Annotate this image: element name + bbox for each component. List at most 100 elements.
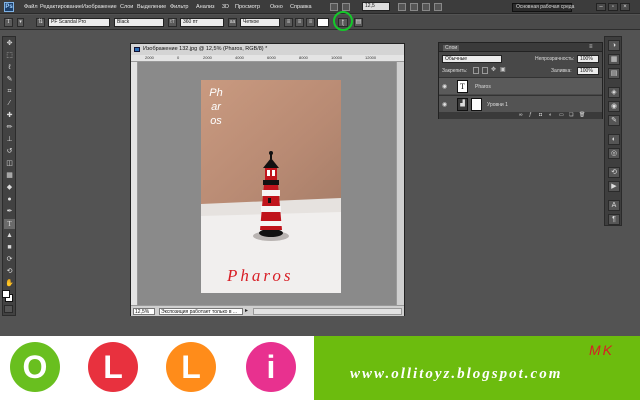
character-panel-icon[interactable]: A — [608, 200, 620, 211]
lock-position-icon[interactable]: ✥ — [491, 67, 497, 74]
horizontal-scrollbar[interactable] — [253, 308, 402, 315]
quick-mask-icon[interactable] — [4, 305, 13, 313]
healing-icon[interactable]: ✚ — [4, 111, 15, 121]
history-brush-icon[interactable]: ↺ — [4, 147, 15, 157]
lock-pixels-icon[interactable] — [482, 67, 488, 74]
3d-orbit-icon[interactable]: ⟲ — [4, 267, 15, 277]
photoshop-logo[interactable]: Ps — [4, 2, 14, 12]
paragraph-panel-icon[interactable]: ¶ — [608, 214, 620, 225]
rotate-view-icon[interactable] — [410, 3, 418, 11]
text-orientation-icon[interactable]: ⇅ — [36, 18, 45, 27]
zoom-level-field[interactable]: 12,5 — [362, 2, 390, 11]
eyedropper-icon[interactable]: ⁄ — [4, 99, 15, 109]
panel-menu-icon[interactable]: ≡ — [589, 44, 593, 50]
workspace-switcher[interactable]: Основная рабочая среда — [512, 3, 574, 12]
adjustments-panel-icon[interactable]: ◐ — [608, 134, 620, 145]
link-layers-icon[interactable]: ∞ — [519, 112, 523, 118]
menu-image[interactable]: Изображение — [82, 4, 117, 10]
dodge-icon[interactable]: ● — [4, 195, 15, 205]
blur-icon[interactable]: ◆ — [4, 183, 15, 193]
brush-icon[interactable]: ✏ — [4, 123, 15, 133]
bridge-icon[interactable] — [330, 3, 338, 11]
path-select-icon[interactable]: ▲ — [4, 231, 15, 241]
close-button[interactable]: × — [620, 3, 630, 11]
status-info[interactable]: Экспозиция работает только в ... — [159, 308, 243, 315]
layer-name[interactable]: Уровни 1 — [487, 102, 508, 108]
menu-3d[interactable]: 3D — [222, 4, 229, 10]
layers-panel-icon[interactable]: ◈ — [608, 87, 620, 98]
menu-window[interactable]: Окно — [270, 4, 283, 10]
maximize-button[interactable]: ▫ — [608, 3, 618, 11]
channels-panel-icon[interactable]: ◉ — [608, 101, 620, 112]
character-panel-icon[interactable]: ▤ — [354, 18, 363, 27]
lock-all-icon[interactable]: ▣ — [500, 67, 506, 74]
foreground-color-swatch[interactable] — [2, 290, 10, 298]
canvas-area[interactable]: Pharos Pharos — [138, 62, 396, 305]
document-title[interactable]: Изображение 132.jpg @ 12,5% (Pharos, RGB… — [131, 44, 404, 55]
layer-name[interactable]: Pharos — [475, 84, 491, 90]
menu-analysis[interactable]: Анализ — [196, 4, 215, 10]
lock-transparency-icon[interactable] — [473, 67, 479, 74]
tab-layers[interactable]: Слои — [443, 45, 460, 51]
menu-filter[interactable]: Фильтр — [170, 4, 188, 10]
antialias-select[interactable]: Четкое — [240, 18, 280, 27]
blend-mode-select[interactable]: Обычные — [442, 55, 502, 63]
stamp-icon[interactable]: ⊥ — [4, 135, 15, 145]
3d-rotate-icon[interactable]: ⟳ — [4, 255, 15, 265]
new-group-icon[interactable]: ▭ — [559, 112, 564, 118]
chevron-down-icon[interactable]: ▾ — [17, 18, 24, 27]
lasso-icon[interactable]: ℓ — [4, 63, 15, 73]
new-layer-icon[interactable]: ❏ — [569, 112, 573, 118]
masks-panel-icon[interactable]: ◎ — [608, 148, 620, 159]
mini-bridge-icon[interactable] — [342, 3, 350, 11]
arrange-documents-icon[interactable] — [422, 3, 430, 11]
layer-row[interactable]: ◉ ▟ Уровни 1 — [439, 95, 602, 112]
fill-field[interactable]: 100% — [577, 67, 599, 75]
styles-panel-icon[interactable]: ▤ — [608, 68, 620, 79]
menu-file[interactable]: Файл — [24, 4, 38, 10]
hand-tool-icon[interactable] — [398, 3, 406, 11]
eye-icon[interactable]: ◉ — [442, 101, 447, 108]
hand-icon[interactable]: ✋ — [4, 279, 15, 289]
eye-icon[interactable]: ◉ — [442, 83, 447, 90]
marquee-icon[interactable]: ⬚ — [4, 51, 15, 61]
menu-edit[interactable]: Редактирование — [40, 4, 82, 10]
menu-layers[interactable]: Слои — [120, 4, 133, 10]
screen-mode-icon[interactable] — [434, 3, 442, 11]
crop-icon[interactable]: ⌗ — [4, 87, 15, 97]
minimize-button[interactable]: – — [596, 3, 606, 11]
align-right-icon[interactable]: ≡ — [306, 18, 315, 27]
font-family-select[interactable]: PF Scandal Pro — [48, 18, 110, 27]
pen-icon[interactable]: ✒ — [4, 207, 15, 217]
gradient-icon[interactable]: ▦ — [4, 171, 15, 181]
type-tool-preset-icon[interactable]: T — [4, 18, 13, 27]
shape-icon[interactable]: ■ — [4, 243, 15, 253]
vertical-scrollbar[interactable] — [396, 62, 404, 305]
align-left-icon[interactable]: ≡ — [284, 18, 293, 27]
type-icon[interactable]: T — [4, 219, 15, 229]
adjustment-layer-icon[interactable]: ◐ — [549, 112, 552, 118]
swatches-panel-icon[interactable]: ▦ — [608, 54, 620, 65]
actions-panel-icon[interactable]: ▶ — [608, 181, 620, 192]
history-panel-icon[interactable]: ⟲ — [608, 167, 620, 178]
move-icon[interactable]: ✥ — [4, 39, 15, 49]
font-size-field[interactable]: 360 пт — [180, 18, 224, 27]
canvas-image[interactable]: Pharos Pharos — [201, 80, 341, 293]
opacity-field[interactable]: 100% — [577, 55, 599, 63]
menu-view[interactable]: Просмотр — [235, 4, 260, 10]
chevron-right-icon[interactable]: ▸ — [245, 308, 251, 315]
menu-select[interactable]: Выделение — [137, 4, 166, 10]
font-style-select[interactable]: Black — [114, 18, 164, 27]
photo-text-pharos[interactable]: Pharos — [227, 266, 294, 286]
delete-layer-icon[interactable]: 🗑 — [579, 112, 585, 118]
color-panel-icon[interactable]: ◑ — [608, 40, 620, 51]
blog-url[interactable]: www.ollitoyz.blogspot.com — [350, 366, 562, 383]
layer-row[interactable]: ◉ T Pharos — [439, 77, 602, 94]
align-center-icon[interactable]: ≡ — [295, 18, 304, 27]
quick-select-icon[interactable]: ✎ — [4, 75, 15, 85]
layer-style-icon[interactable]: ƒ — [529, 112, 532, 118]
menu-help[interactable]: Справка — [290, 4, 312, 10]
paths-panel-icon[interactable]: ✎ — [608, 115, 620, 126]
text-color-swatch[interactable] — [317, 18, 329, 27]
add-mask-icon[interactable]: ◘ — [539, 112, 542, 118]
